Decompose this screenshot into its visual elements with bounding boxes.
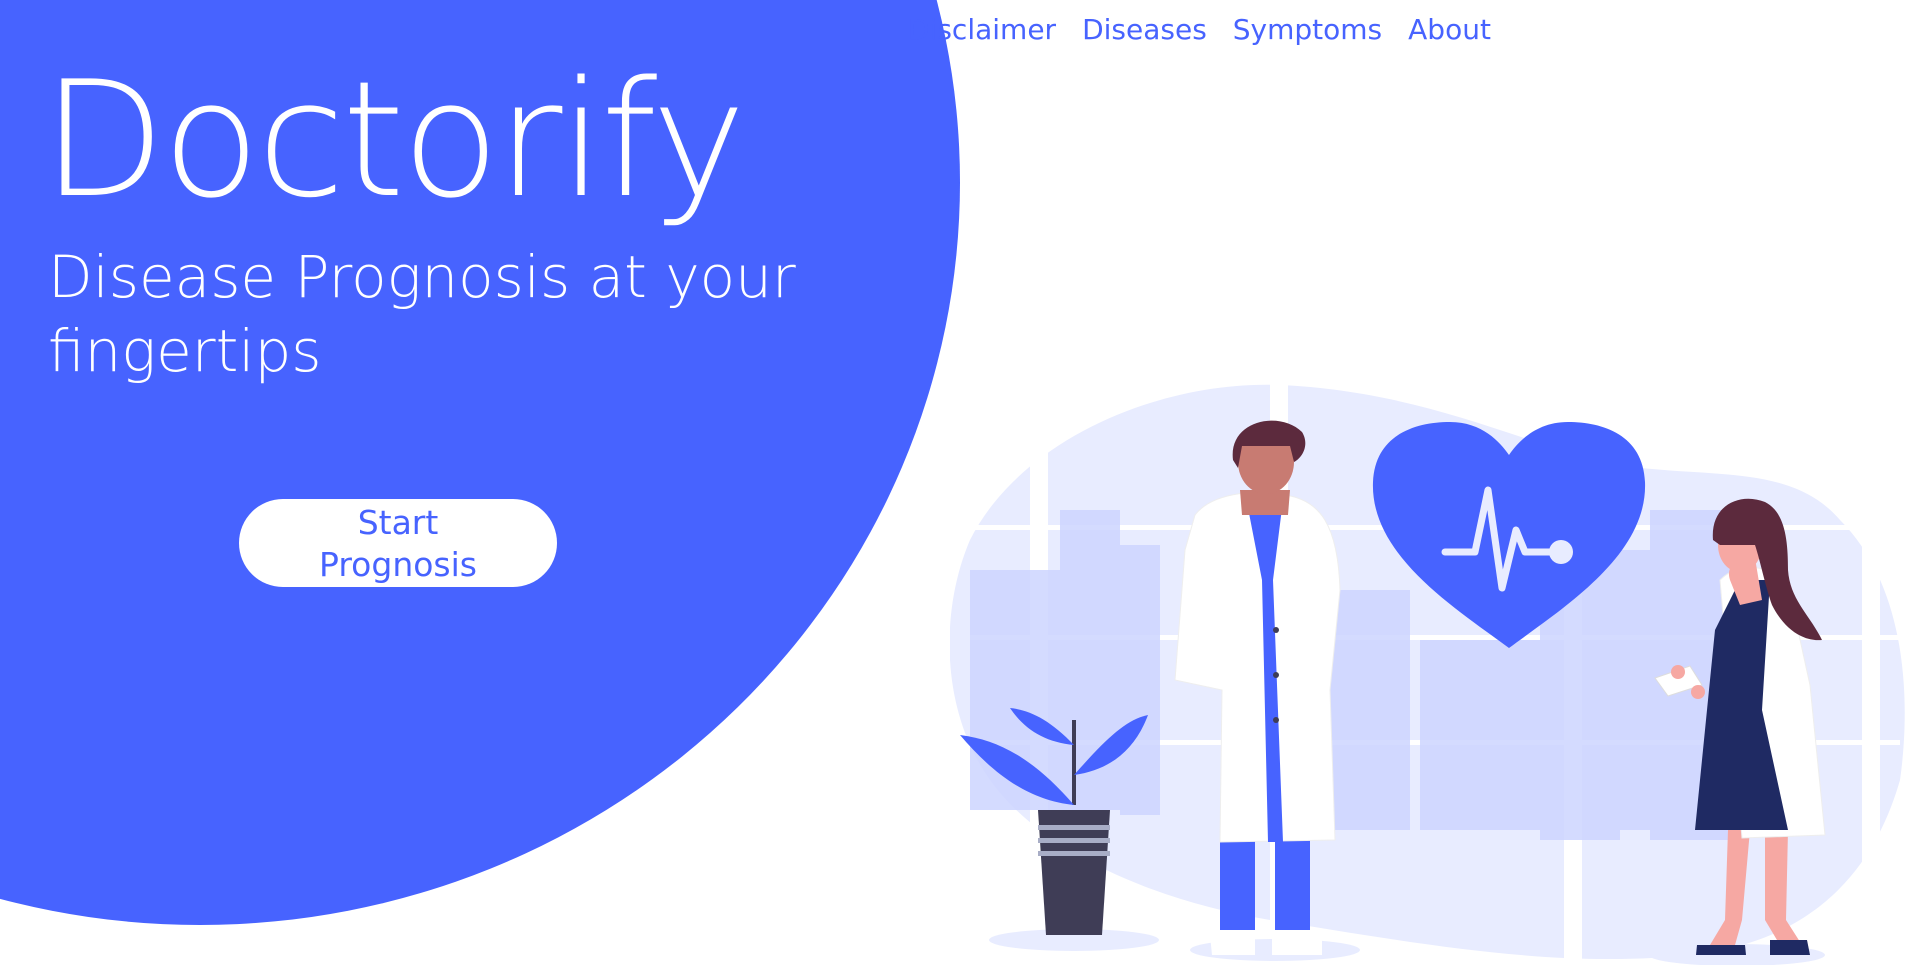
nav-link-symptoms[interactable]: Symptoms <box>1233 10 1382 50</box>
start-prognosis-button[interactable]: Start Prognosis <box>239 499 557 587</box>
nav-link-about[interactable]: About <box>1408 10 1491 50</box>
nav-link-diseases[interactable]: Diseases <box>1082 10 1207 50</box>
hero-tagline: Disease Prognosis at your fingertips <box>48 243 796 385</box>
landing-page: Doctorify Disease Prognosis at your fing… <box>0 0 1913 965</box>
top-nav: Disclaimer Diseases Symptoms About <box>908 10 1491 50</box>
brand-title: Doctorify <box>42 46 746 233</box>
nav-link-disclaimer[interactable]: Disclaimer <box>908 10 1056 50</box>
doctors-illustration <box>950 380 1905 965</box>
